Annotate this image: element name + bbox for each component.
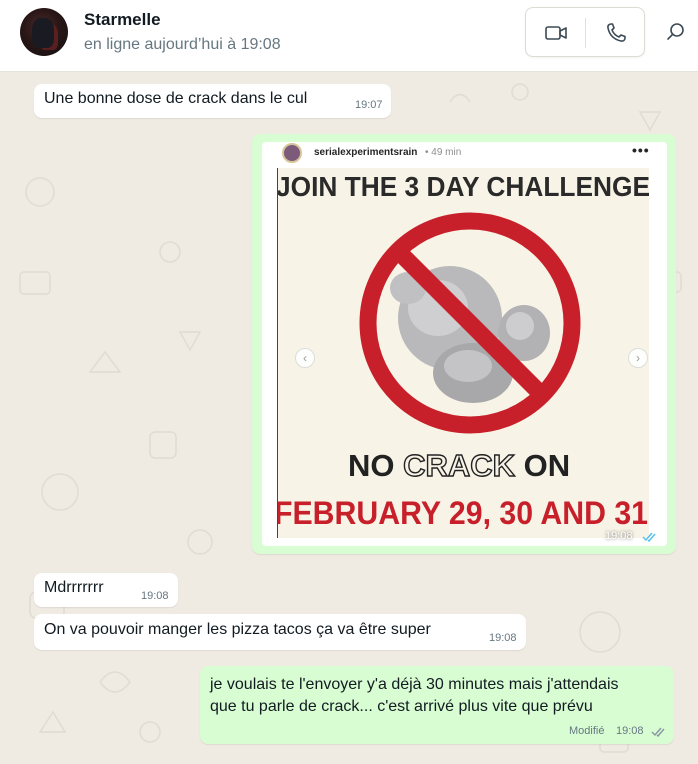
contact-status: en ligne aujourd’hui à 19:08 bbox=[84, 36, 281, 53]
shared-image[interactable]: serialexperimentsrain • 49 min ••• JOIN … bbox=[262, 142, 667, 546]
chat-area[interactable]: Une bonne dose de crack dans le cul 19:0… bbox=[0, 72, 698, 764]
search-button[interactable] bbox=[664, 20, 688, 44]
message-time: 19:08 bbox=[616, 725, 644, 737]
message-time: 19:08 bbox=[605, 530, 633, 542]
message-time: 19:07 bbox=[355, 99, 383, 111]
call-divider bbox=[585, 18, 586, 48]
meme-line1-highlight: CRACK bbox=[403, 448, 516, 483]
message-bubble-outgoing[interactable]: je voulais te l'envoyer y'a déjà 30 minu… bbox=[200, 666, 674, 744]
message-text-line-1: je voulais te l'envoyer y'a déjà 30 minu… bbox=[210, 676, 619, 693]
chat-header: Starmelle en ligne aujourd’hui à 19:08 bbox=[0, 0, 698, 72]
message-bubble-incoming[interactable]: Une bonne dose de crack dans le cul 19:0… bbox=[34, 84, 391, 118]
message-text: On va pouvoir manger les pizza tacos ça … bbox=[44, 621, 431, 638]
read-receipt-icon bbox=[642, 532, 656, 542]
video-call-button[interactable] bbox=[543, 20, 569, 46]
meme-headline: JOIN THE 3 DAY CHALLENGE bbox=[278, 171, 649, 202]
message-bubble-incoming[interactable]: On va pouvoir manger les pizza tacos ça … bbox=[34, 614, 526, 650]
post-author-avatar bbox=[282, 143, 302, 163]
meme-image: JOIN THE 3 DAY CHALLENGE NO CRACK ON FEB… bbox=[277, 168, 649, 538]
message-time: 19:08 bbox=[489, 632, 517, 644]
post-author-name: serialexperimentsrain bbox=[314, 147, 418, 158]
contact-avatar[interactable] bbox=[20, 8, 68, 56]
message-text: Mdrrrrrrr bbox=[44, 579, 104, 596]
message-time: 19:08 bbox=[141, 590, 169, 602]
contact-name[interactable]: Starmelle bbox=[84, 10, 161, 30]
meme-line1: NO CRACK ON bbox=[348, 448, 570, 483]
message-text-line-2: que tu parle de crack... c'est arrivé pl… bbox=[210, 698, 593, 715]
search-icon bbox=[667, 23, 684, 40]
call-button-group bbox=[525, 7, 645, 57]
message-text: Une bonne dose de crack dans le cul bbox=[44, 90, 308, 107]
message-bubble-outgoing-image[interactable]: serialexperimentsrain • 49 min ••• JOIN … bbox=[252, 134, 676, 554]
post-more-options: ••• bbox=[632, 142, 650, 158]
read-receipt-icon bbox=[651, 727, 665, 737]
meme-line1-suffix: ON bbox=[515, 448, 570, 483]
phone-icon bbox=[607, 23, 626, 42]
message-bubble-incoming[interactable]: Mdrrrrrrr 19:08 bbox=[34, 573, 178, 607]
meme-line2: FEBRUARY 29, 30 AND 31 bbox=[278, 495, 648, 531]
video-camera-icon bbox=[545, 26, 567, 40]
carousel-prev-button[interactable]: ‹ bbox=[295, 348, 315, 368]
voice-call-button[interactable] bbox=[603, 20, 629, 46]
carousel-next-button[interactable]: › bbox=[628, 348, 648, 368]
post-age: • 49 min bbox=[425, 147, 462, 158]
meme-line1-prefix: NO bbox=[348, 448, 403, 483]
message-edited-label: Modifié bbox=[569, 725, 605, 737]
